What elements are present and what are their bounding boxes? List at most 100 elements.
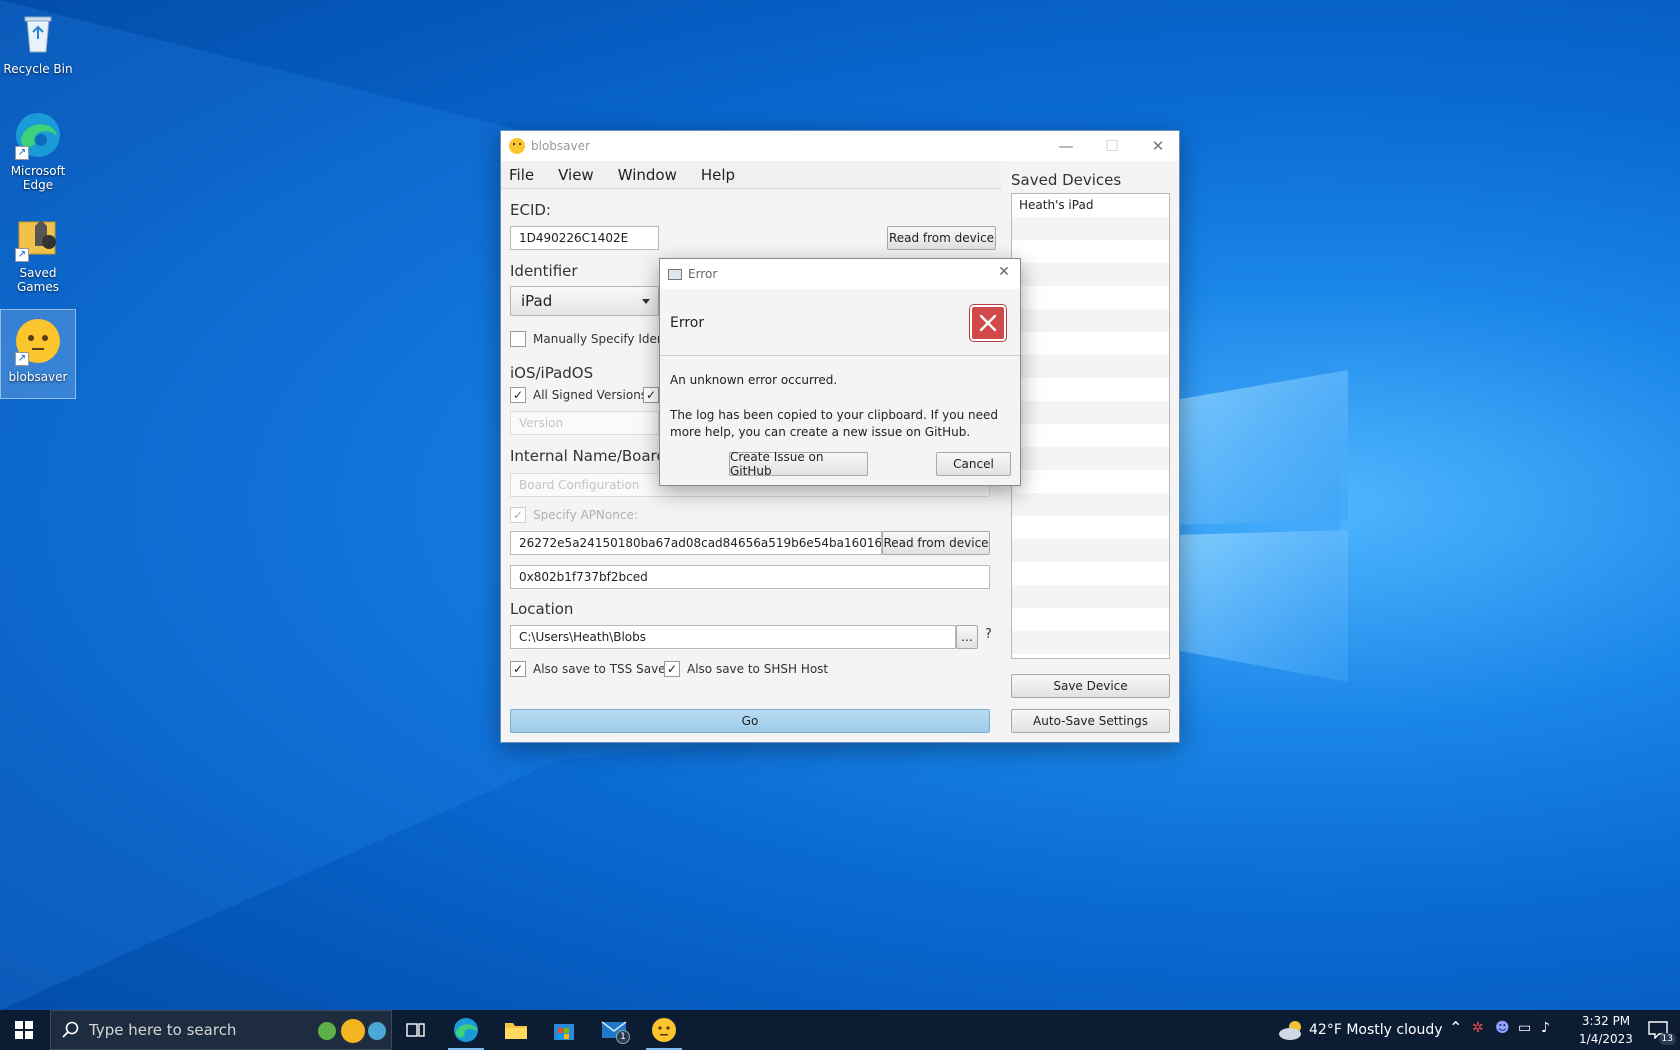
task-view-button[interactable] [392,1010,440,1050]
dialog-title: Error [688,267,718,281]
tray-app-icon[interactable]: ✲ [1472,1020,1484,1036]
location-help[interactable]: ? [985,627,992,642]
dialog-header-text: Error [670,315,705,331]
clock[interactable]: 3:32 PM 1/4/2023 [1570,1012,1642,1048]
desktop-icon-label: Microsoft Edge [10,164,66,192]
folder-icon [505,1023,527,1039]
all-signed-label: All Signed Versions [533,388,648,402]
list-item [1012,562,1169,585]
desktop-icon-label: blobsaver [8,370,68,384]
store-icon [554,1024,574,1040]
check-icon: ✓ [510,387,526,403]
shsh-host-label: Also save to SHSH Host [687,662,829,676]
saved-device-item[interactable]: Heath's iPad [1012,194,1169,217]
search-highlight-icon [318,1019,386,1043]
list-item [1012,217,1169,240]
menu-window[interactable]: Window [618,166,677,184]
list-item [1012,447,1169,470]
menu-view[interactable]: View [558,166,594,184]
desktop-icon-saved-games[interactable]: ↗ Saved Games [0,206,76,296]
maximize-icon: ☐ [1105,137,1119,155]
list-item [1012,516,1169,539]
list-item [1012,263,1169,286]
dialog-window-icon [668,268,682,280]
list-item [1012,585,1169,608]
read-apnonce-button[interactable]: Read from device [882,531,990,555]
action-center-button[interactable]: 13 [1636,1010,1680,1050]
specify-apnonce-checkbox[interactable]: ✓ Specify APNonce: [510,507,638,523]
desktop-icon-blobsaver[interactable]: ↗ blobsaver [0,309,76,399]
minimize-button[interactable]: — [1043,131,1089,161]
windows-logo-icon [15,1021,33,1039]
minimize-icon: — [1058,137,1074,155]
taskbar-search[interactable] [50,1010,392,1050]
taskbar-store[interactable] [540,1010,588,1050]
auto-save-settings-button[interactable]: Auto-Save Settings [1011,709,1170,733]
dialog-close-button[interactable]: ✕ [994,264,1014,284]
ecid-input[interactable]: 1D490226C1402E [510,226,659,250]
desktop-icon-microsoft-edge[interactable]: ↗ Microsoft Edge [0,104,76,194]
specify-apnonce-label: Specify APNonce: [533,508,638,522]
search-input[interactable] [89,1021,309,1039]
all-signed-checkbox[interactable]: ✓ All Signed Versions [510,387,647,403]
taskbar-edge[interactable] [442,1010,490,1050]
list-item [1012,355,1169,378]
shortcut-arrow-icon: ↗ [15,146,29,160]
list-item [1012,539,1169,562]
maximize-button[interactable]: ☐ [1089,131,1135,161]
blobsaver-emoji-icon [652,1018,676,1042]
tray-overflow-chevron-icon[interactable]: ⌃ [1449,1018,1462,1037]
desktop-icon-label: Recycle Bin [3,62,73,76]
create-issue-button[interactable]: Create Issue on GitHub [729,450,868,478]
identifier-selected: iPad [521,292,553,310]
blobsaver-app-icon [509,138,525,154]
taskbar: 1 42°F Mostly cloudy ⌃ ✲ ☻ ▭ ♪ 3:32 PM 1… [0,1010,1680,1050]
edge-icon: ↗ [13,110,63,160]
desktop-icon-label: Saved Games [17,266,59,294]
dialog-titlebar[interactable]: Error [660,259,1020,289]
read-ecid-button[interactable]: Read from device [887,226,996,250]
start-button[interactable] [0,1010,48,1050]
mail-badge: 1 [616,1030,630,1044]
generator-input[interactable]: 0x802b1f737bf2bced [510,565,990,589]
check-icon: ✓ [510,661,526,677]
save-device-button[interactable]: Save Device [1011,674,1170,698]
window-title: blobsaver [531,139,590,153]
weather-cloudy-icon [1279,1021,1301,1040]
dialog-header: Error [660,289,1020,356]
taskbar-mail[interactable]: 1 [590,1010,638,1050]
network-icon[interactable]: ▭ [1518,1020,1531,1036]
blobsaver-emoji-icon: ↗ [13,316,63,366]
shortcut-arrow-icon: ↗ [15,248,29,262]
tss-saver-checkbox[interactable]: ✓ Also save to TSS Saver [510,661,670,677]
cancel-button[interactable]: Cancel [936,452,1011,476]
menu-file[interactable]: File [509,166,534,184]
close-button[interactable]: ✕ [1135,131,1181,161]
list-item [1012,424,1169,447]
location-input[interactable]: C:\Users\Heath\Blobs [510,625,956,649]
go-button[interactable]: Go [510,709,990,733]
close-icon: ✕ [1151,137,1165,155]
list-item [1012,378,1169,401]
browse-button[interactable]: ... [956,625,978,649]
menu-help[interactable]: Help [701,166,735,184]
taskbar-blobsaver[interactable] [640,1010,688,1050]
check-icon: ✓ [664,661,680,677]
taskbar-file-explorer[interactable] [492,1010,540,1050]
identifier-select[interactable]: iPad [510,286,659,316]
desktop-icon-recycle-bin[interactable]: Recycle Bin [0,2,76,92]
version-input[interactable]: Version [510,411,659,435]
dialog-detail: The log has been copied to your clipboar… [670,408,999,439]
manual-identifier-checkbox[interactable]: Manually Specify Identifi [510,331,680,347]
list-item [1012,332,1169,355]
check-icon: ✓ [510,507,526,523]
apnonce-input[interactable]: 26272e5a24150180ba67ad08cad84656a519b6e5… [510,531,882,555]
saved-devices-list: Heath's iPad [1011,193,1170,659]
location-label: Location [510,600,574,618]
shsh-host-checkbox[interactable]: ✓ Also save to SHSH Host [664,661,828,677]
notification-count: 13 [1658,1033,1676,1045]
weather-text[interactable]: 42°F Mostly cloudy [1309,1022,1443,1038]
recycle-bin-icon [13,8,63,58]
discord-icon[interactable]: ☻ [1495,1020,1510,1036]
volume-icon[interactable]: ♪ [1541,1020,1550,1036]
